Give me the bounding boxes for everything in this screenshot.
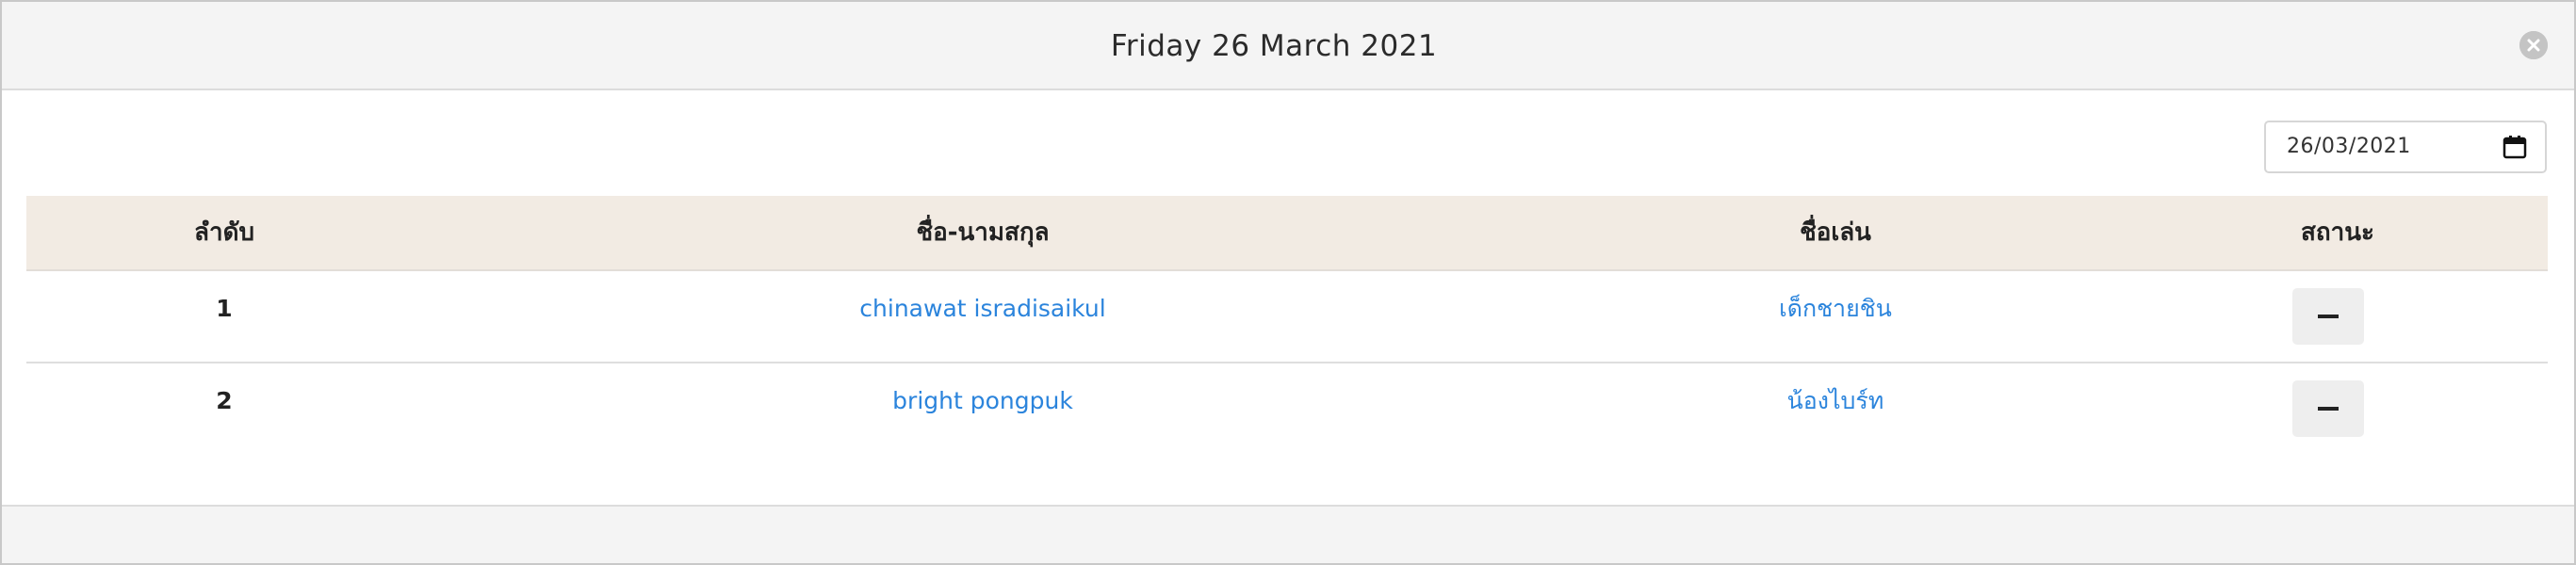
column-header-number: ลำดับ (194, 218, 254, 247)
full-name-link[interactable]: bright pongpuk (422, 363, 1543, 439)
modal-footer (2, 505, 2574, 563)
column-header-status: สถานะ (2301, 218, 2374, 247)
row-number: 1 (216, 295, 233, 322)
minus-icon (2318, 407, 2339, 411)
close-circle-icon (2519, 31, 2548, 59)
date-picker-input[interactable]: 26/03/2021 (2264, 121, 2547, 173)
student-status-table: ลำดับ ชื่อ-นามสกุล ชื่อเล่น สถานะ 1 chin… (26, 196, 2548, 456)
minus-icon (2318, 315, 2339, 318)
day-detail-modal: Friday 26 March 2021 26/03/2021 ลำดับ ชื… (0, 0, 2576, 565)
date-value: 26/03/2021 (2287, 135, 2411, 158)
status-button[interactable] (2292, 380, 2364, 437)
modal-header: Friday 26 March 2021 (2, 2, 2574, 90)
full-name-link[interactable]: chinawat isradisaikul (422, 271, 1543, 347)
column-header-full-name: ชื่อ-นามสกุล (916, 218, 1050, 247)
modal-title: Friday 26 March 2021 (1110, 29, 1438, 63)
table-row: 2 bright pongpuk น้องไบร์ท (26, 363, 2548, 456)
nickname-link[interactable]: เด็กชายชิน (1543, 271, 2128, 347)
nickname-link[interactable]: น้องไบร์ท (1543, 363, 2128, 439)
status-button[interactable] (2292, 288, 2364, 345)
calendar-icon[interactable] (2502, 134, 2528, 160)
column-header-nickname: ชื่อเล่น (1800, 218, 1871, 247)
close-button[interactable] (2519, 31, 2548, 59)
row-number: 2 (216, 387, 233, 414)
table-header: ลำดับ ชื่อ-นามสกุล ชื่อเล่น สถานะ (26, 196, 2548, 271)
table-row: 1 chinawat isradisaikul เด็กชายชิน (26, 271, 2548, 363)
